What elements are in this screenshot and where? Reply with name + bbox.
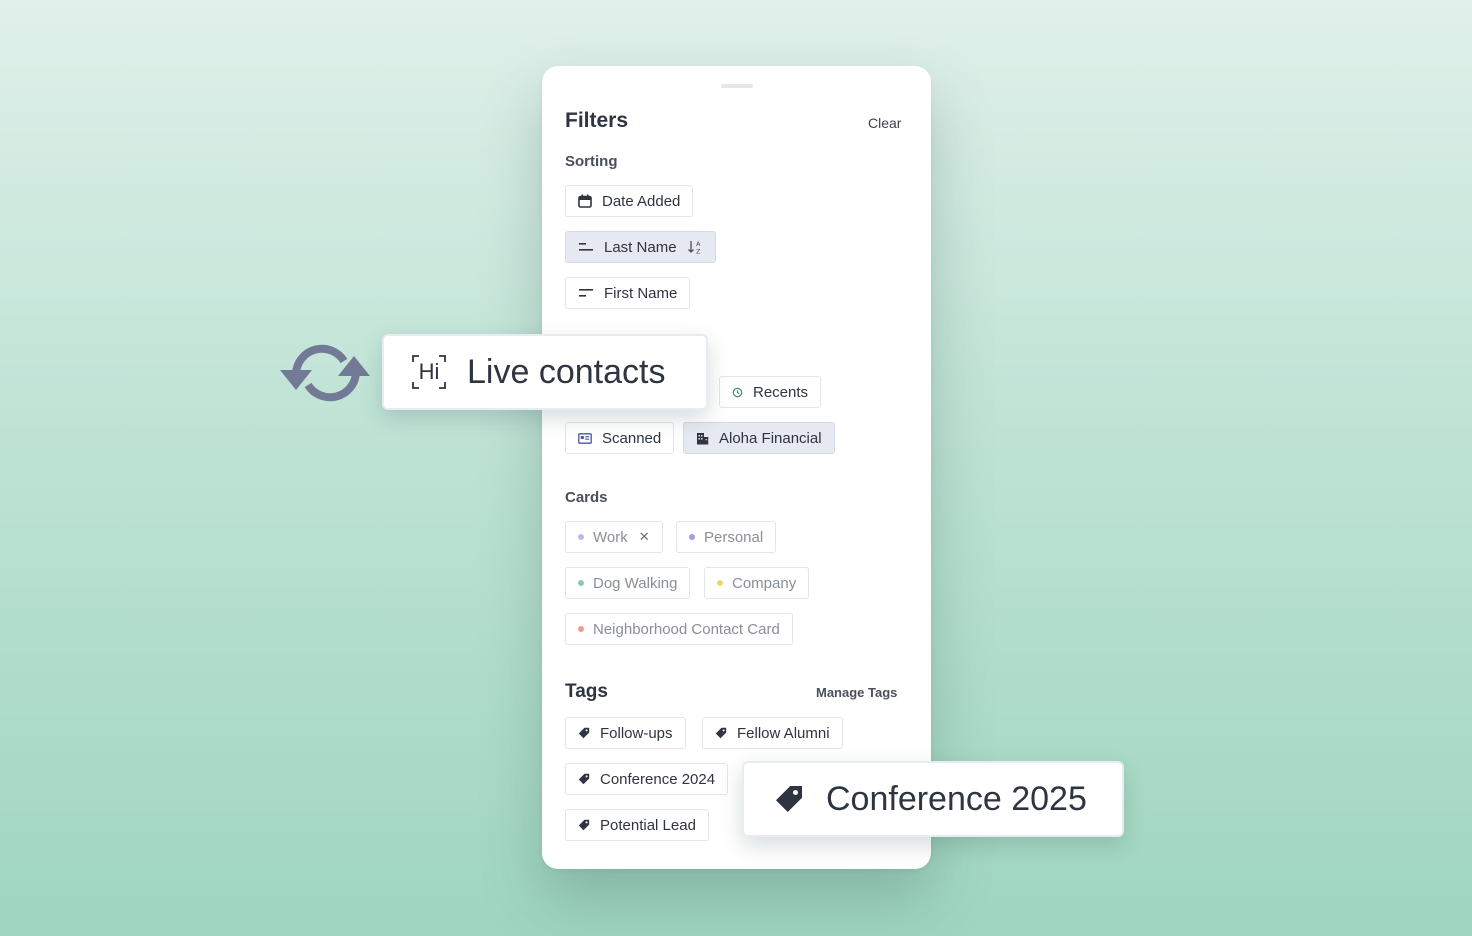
manage-tags-button[interactable]: Manage Tags bbox=[816, 685, 897, 700]
filters-panel: Filters Clear Sorting Date Added Last Na… bbox=[542, 66, 931, 869]
card-personal[interactable]: Personal bbox=[676, 521, 777, 553]
tag-label: Conference 2024 bbox=[600, 770, 716, 788]
tag-follow-ups[interactable]: Follow-ups bbox=[565, 717, 686, 749]
cards-title: Cards bbox=[565, 489, 608, 506]
tag-conference-2024[interactable]: Conference 2024 bbox=[565, 763, 729, 795]
source-aloha-financial[interactable]: Aloha Financial bbox=[683, 422, 835, 454]
align-lines-icon bbox=[579, 243, 593, 251]
align-lines-icon bbox=[579, 289, 593, 297]
card-neighborhood-contact-card[interactable]: Neighborhood Contact Card bbox=[565, 613, 793, 645]
color-dot bbox=[717, 580, 723, 586]
hi-badge-text: Hi bbox=[418, 359, 440, 384]
calendar-icon bbox=[578, 194, 592, 208]
building-icon bbox=[697, 432, 709, 444]
new-tag-card[interactable]: Conference 2025 bbox=[742, 761, 1124, 837]
tag-fellow-alumni[interactable]: Fellow Alumni bbox=[702, 717, 843, 749]
card-label: Personal bbox=[704, 528, 764, 546]
tag-icon bbox=[776, 786, 802, 812]
close-icon[interactable]: ✕ bbox=[639, 529, 650, 545]
source-label: Recents bbox=[753, 383, 809, 401]
tag-icon bbox=[578, 819, 590, 831]
card-label: Dog Walking bbox=[593, 574, 678, 592]
tag-label: Follow-ups bbox=[600, 724, 673, 742]
sort-ascending-icon[interactable]: A Z bbox=[687, 239, 703, 255]
color-dot bbox=[689, 534, 695, 540]
sort-label: Date Added bbox=[602, 192, 681, 210]
tag-label: Fellow Alumni bbox=[737, 724, 830, 742]
tag-potential-lead[interactable]: Potential Lead bbox=[565, 809, 709, 841]
source-scanned[interactable]: Scanned bbox=[565, 422, 675, 454]
filters-title: Filters bbox=[565, 109, 629, 132]
tag-icon bbox=[578, 773, 590, 785]
new-tag-label: Conference 2025 bbox=[826, 779, 1087, 818]
color-dot bbox=[578, 626, 584, 632]
card-work[interactable]: Work ✕ bbox=[565, 521, 663, 553]
live-contacts-label: Live contacts bbox=[467, 352, 666, 391]
card-company[interactable]: Company bbox=[704, 567, 810, 599]
color-dot bbox=[578, 534, 584, 540]
source-label: Aloha Financial bbox=[719, 429, 822, 447]
source-label: Scanned bbox=[602, 429, 662, 447]
sync-icon bbox=[280, 344, 370, 402]
sort-label: Last Name bbox=[604, 238, 677, 256]
tags-title: Tags bbox=[565, 681, 608, 702]
source-recents[interactable]: Recents bbox=[719, 376, 822, 408]
sorting-title: Sorting bbox=[565, 153, 618, 170]
hi-badge-icon: Hi bbox=[411, 354, 447, 390]
card-dog-walking[interactable]: Dog Walking bbox=[565, 567, 691, 599]
sort-date-added[interactable]: Date Added bbox=[565, 185, 694, 217]
sort-first-name[interactable]: First Name bbox=[565, 277, 691, 309]
card-label: Company bbox=[732, 574, 797, 592]
sort-last-name[interactable]: Last Name A Z bbox=[565, 231, 716, 263]
sort-label: First Name bbox=[604, 284, 678, 302]
card-label: Work bbox=[593, 528, 628, 546]
tag-icon bbox=[578, 727, 590, 739]
id-card-icon bbox=[578, 432, 592, 444]
tag-label: Potential Lead bbox=[600, 816, 696, 834]
drag-handle[interactable] bbox=[721, 84, 753, 88]
live-contacts-card[interactable]: Hi Live contacts bbox=[382, 334, 708, 410]
color-dot bbox=[578, 580, 584, 586]
card-label: Neighborhood Contact Card bbox=[593, 620, 780, 638]
clear-button[interactable]: Clear bbox=[868, 115, 901, 131]
tag-icon bbox=[715, 727, 727, 739]
history-icon bbox=[732, 387, 743, 397]
svg-text:Z: Z bbox=[696, 248, 701, 256]
